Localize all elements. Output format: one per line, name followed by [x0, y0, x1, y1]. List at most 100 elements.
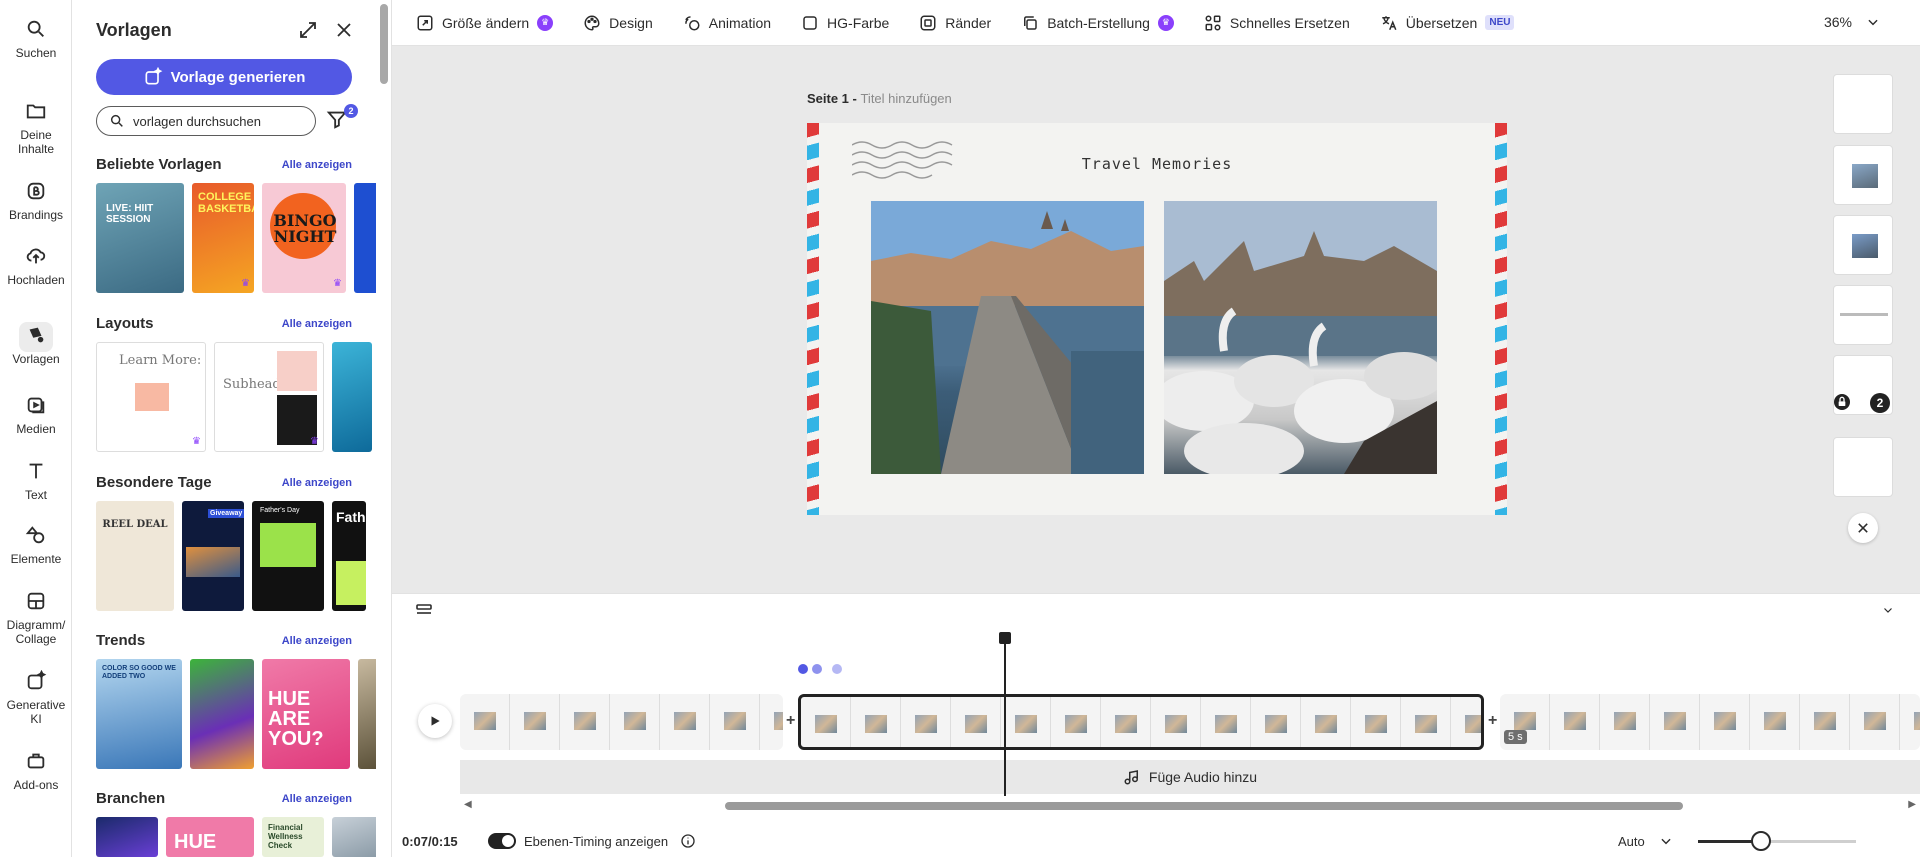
timeline-clip[interactable]	[460, 694, 783, 750]
add-audio-button[interactable]: Füge Audio hinzu	[460, 760, 1920, 794]
scroll-right-icon[interactable]: ▶	[1908, 799, 1916, 810]
see-all-link[interactable]: Alle anzeigen	[282, 318, 352, 330]
batch-create-button[interactable]: Batch-Erstellung ♛	[1021, 14, 1174, 32]
page-thumb[interactable]	[1833, 215, 1893, 275]
template-card[interactable]	[354, 183, 376, 293]
rail-elements[interactable]: Elemente	[0, 522, 72, 566]
template-card[interactable]	[332, 817, 376, 857]
premium-crown-icon: ♛	[241, 278, 250, 289]
rail-generative-ai[interactable]: Generative KI	[0, 668, 72, 726]
page-title-input[interactable]: Titel hinzufügen	[860, 91, 951, 106]
template-card[interactable]: COLLEGE BASKETBALL ♛	[192, 183, 254, 293]
rail-label: Vorlagen	[12, 352, 60, 366]
playback-speed-dropdown[interactable]: Auto	[1618, 834, 1673, 849]
play-button[interactable]	[418, 704, 452, 738]
timeline-clip[interactable]: 5 s	[1500, 694, 1920, 750]
template-card[interactable]: HUE	[166, 817, 254, 857]
template-card[interactable]: Financial Wellness Check	[262, 817, 324, 857]
add-transition-button[interactable]: +	[786, 712, 795, 730]
animation-button[interactable]: Animation	[683, 14, 771, 32]
rail-media[interactable]: Medien	[0, 392, 72, 436]
playhead[interactable]	[999, 632, 1011, 796]
rail-brandings[interactable]: Brandings	[0, 178, 72, 222]
page-thumb[interactable]	[1833, 285, 1893, 345]
template-card[interactable]: COLOR SO GOOD WE ADDED TWO	[96, 659, 182, 769]
clip-frame	[1151, 697, 1201, 747]
see-all-link[interactable]: Alle anzeigen	[282, 793, 352, 805]
search-input[interactable]	[133, 113, 303, 129]
rail-templates[interactable]: Vorlagen	[0, 322, 72, 366]
template-card[interactable]	[358, 659, 376, 769]
rail-search[interactable]: Suchen	[0, 16, 72, 60]
addons-icon	[19, 748, 53, 778]
photo-charles-bridge[interactable]	[871, 201, 1144, 474]
quick-replace-button[interactable]: Schnelles Ersetzen	[1204, 14, 1350, 32]
card-title[interactable]: Travel Memories	[807, 155, 1507, 173]
chevron-down-icon[interactable]	[1880, 604, 1896, 616]
page-thumb[interactable]	[1833, 437, 1893, 497]
page-thumb-image	[1852, 164, 1878, 188]
rail-label: Suchen	[15, 46, 57, 60]
clip-frame	[610, 694, 660, 750]
template-card[interactable]	[332, 342, 372, 452]
page-thumb[interactable]	[1833, 74, 1893, 134]
close-icon[interactable]	[334, 20, 354, 40]
template-card[interactable]	[96, 817, 158, 857]
see-all-link[interactable]: Alle anzeigen	[282, 159, 352, 171]
design-button[interactable]: Design	[583, 14, 653, 32]
rail-addons[interactable]: Add-ons	[0, 748, 72, 792]
postcard-canvas[interactable]: Travel Memories	[807, 123, 1507, 515]
template-card[interactable]: BINGO NIGHT ♛	[262, 183, 346, 293]
template-card[interactable]: Learn More: ♛	[96, 342, 206, 452]
toolbar-label: Größe ändern	[442, 14, 530, 31]
add-transition-button[interactable]: +	[1488, 712, 1497, 730]
bg-color-toggle[interactable]: HG-Farbe	[801, 14, 889, 32]
slider-knob[interactable]	[1751, 831, 1772, 851]
photo-swans[interactable]	[1164, 201, 1437, 474]
filter-button[interactable]: 2	[326, 104, 358, 134]
expand-icon[interactable]	[298, 20, 318, 40]
rail-text[interactable]: Text	[0, 458, 72, 502]
info-icon[interactable]	[680, 833, 696, 849]
thumbs-trends: COLOR SO GOOD WE ADDED TWO HUE ARE YOU?	[96, 659, 376, 769]
card-caption: Giveaway	[208, 509, 244, 518]
template-search[interactable]	[96, 106, 316, 136]
page-thumb[interactable]	[1833, 145, 1893, 205]
template-card[interactable]: LIVE: HIIT SESSION	[96, 183, 184, 293]
scroll-left-icon[interactable]: ◀	[464, 799, 472, 810]
timeline-zoom-slider[interactable]	[1698, 831, 1856, 851]
template-card[interactable]: Giveaway	[182, 501, 244, 611]
section-trends: Trends Alle anzeigen	[96, 632, 352, 649]
toolbar-label: Batch-Erstellung	[1047, 14, 1150, 31]
template-card[interactable]: Fath	[332, 501, 366, 611]
generate-template-button[interactable]: Vorlage generieren	[96, 59, 352, 95]
template-card[interactable]: Subhead ♛	[214, 342, 324, 452]
template-card[interactable]: REEL DEAL	[96, 501, 174, 611]
resize-button[interactable]: Größe ändern ♛	[416, 14, 554, 32]
see-all-link[interactable]: Alle anzeigen	[282, 635, 352, 647]
timeline-footer: 0:07/0:15 Ebenen-Timing anzeigen Auto	[392, 826, 1920, 856]
see-all-link[interactable]: Alle anzeigen	[282, 477, 352, 489]
timeline-scrollbar[interactable]	[725, 802, 1683, 810]
timeline-handle-icon[interactable]	[416, 604, 432, 616]
template-card[interactable]: HUE ARE YOU?	[262, 659, 350, 769]
layer-timing-toggle[interactable]	[488, 833, 516, 849]
clip-frame	[1650, 694, 1700, 750]
timeline-clip-selected[interactable]	[798, 694, 1484, 750]
rail-your-content[interactable]: Deine Inhalte	[0, 98, 72, 156]
card-caption: COLLEGE BASKETBALL	[198, 191, 254, 215]
rail-grid-collage[interactable]: Diagramm/ Collage	[0, 588, 72, 646]
panel-scrollbar[interactable]	[380, 4, 388, 84]
rail-upload[interactable]: Hochladen	[0, 243, 72, 287]
zoom-dropdown[interactable]: 36%	[1824, 14, 1880, 30]
template-card[interactable]	[190, 659, 254, 769]
close-pages-button[interactable]	[1848, 513, 1878, 543]
translate-button[interactable]: Übersetzen NEU	[1380, 14, 1515, 32]
rail-label: Add-ons	[13, 778, 59, 792]
rail-label: Diagramm/ Collage	[6, 618, 66, 646]
rail-label: Text	[24, 488, 47, 502]
borders-button[interactable]: Ränder	[919, 14, 991, 32]
lock-icon[interactable]	[1834, 394, 1850, 410]
rail-label: Elemente	[10, 552, 62, 566]
template-card[interactable]: Father's Day	[252, 501, 324, 611]
